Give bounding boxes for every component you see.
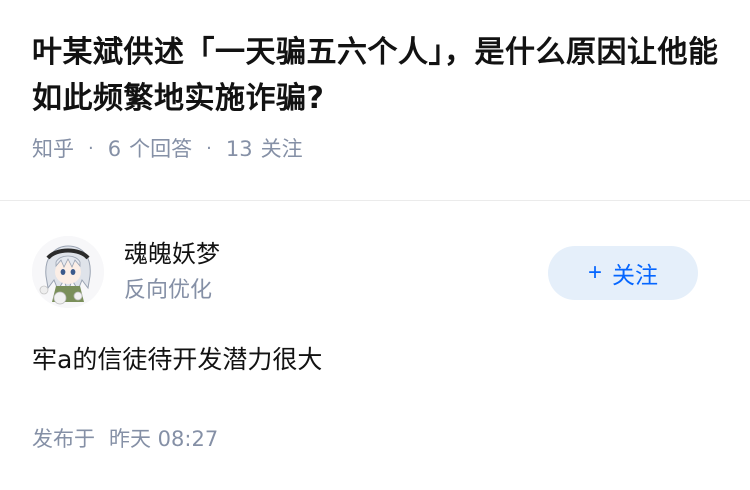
follow-button-label: 关注 (612, 262, 658, 288)
section-divider (0, 200, 750, 201)
zhihu-answer-page: 叶某斌供述「一天骗五六个人」，是什么原因让他能如此频繁地实施诈骗? 知乎 · 6… (0, 0, 750, 490)
question-meta: 知乎 · 6 个回答 · 13 关注 (32, 134, 722, 164)
source-label[interactable]: 知乎 (32, 134, 74, 164)
answer-card: 魂魄妖梦 反向优化 + 关注 牢a的信徒待开发潜力很大 发布于 昨天 08:27 (32, 232, 718, 454)
author-name[interactable]: 魂魄妖梦 (124, 237, 220, 271)
author-headline: 反向优化 (124, 278, 213, 303)
follower-count-label: 关注 (260, 137, 303, 161)
publish-time: 昨天 08:27 (109, 427, 219, 451)
question-title[interactable]: 叶某斌供述「一天骗五六个人」，是什么原因让他能如此频繁地实施诈骗? (32, 30, 722, 122)
author-row: 魂魄妖梦 反向优化 + 关注 (32, 232, 718, 312)
question-header: 叶某斌供述「一天骗五六个人」，是什么原因让他能如此频繁地实施诈骗? 知乎 · 6… (32, 30, 722, 164)
meta-separator: · (206, 138, 212, 159)
follower-count: 13 (225, 137, 253, 161)
publish-label: 发布于 (32, 427, 95, 451)
meta-separator: · (88, 138, 94, 159)
plus-icon: + (587, 259, 602, 286)
answer-count: 6 (107, 137, 122, 161)
answer-content: 牢a的信徒待开发潜力很大 (32, 345, 323, 374)
answer-count-label[interactable]: 个回答 (129, 134, 192, 164)
author-info: 魂魄妖梦 反向优化 (124, 237, 220, 307)
answer-timestamp[interactable]: 发布于 昨天 08:27 (32, 424, 718, 454)
anime-avatar-icon[interactable] (32, 236, 104, 308)
follow-button[interactable]: + 关注 (548, 246, 698, 300)
